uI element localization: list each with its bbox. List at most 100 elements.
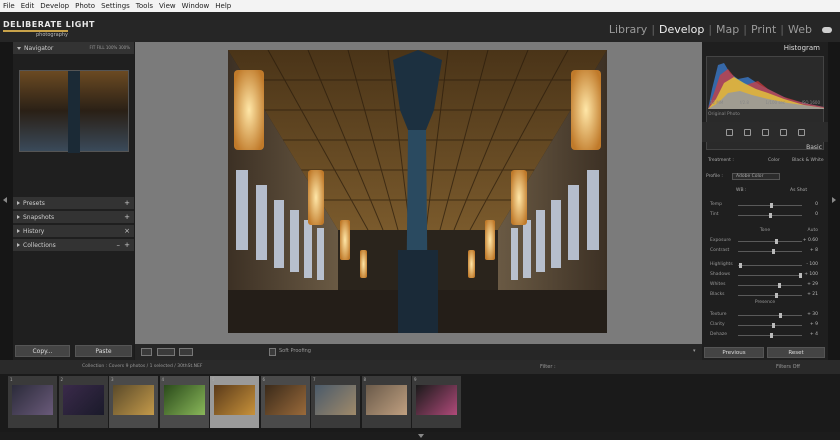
sliders-icon[interactable] [725, 128, 733, 136]
slider-knob[interactable] [771, 249, 775, 254]
navigator-header[interactable]: Navigator FIT FILL 100% 300% [13, 42, 134, 54]
slider-knob[interactable] [770, 203, 774, 208]
treatment-color[interactable]: Color [768, 158, 780, 163]
menu-help[interactable]: Help [215, 2, 231, 10]
filmstrip-breadcrumb[interactable]: Collection : Covers 9 photos / 1 selecte… [82, 364, 202, 369]
slider-knob[interactable] [769, 213, 772, 218]
reset-button[interactable]: Reset [767, 347, 825, 358]
loupe-view-icon[interactable] [141, 348, 152, 356]
slider-value[interactable]: + 30 [807, 312, 818, 317]
histogram-title[interactable]: Histogram [784, 44, 820, 52]
filmstrip-thumbnail[interactable]: 8 [361, 376, 411, 428]
previous-button[interactable]: Previous [704, 347, 764, 358]
slider-value[interactable]: + 100 [804, 272, 818, 277]
filters-off-select[interactable]: Filters Off [776, 364, 800, 370]
thumbnail-image[interactable] [113, 385, 154, 415]
filmstrip-thumbnail[interactable]: 9 [412, 376, 461, 428]
thumbnail-image[interactable] [365, 385, 407, 415]
slider-dehaze[interactable]: Dehaze + 4 [706, 332, 826, 340]
paste-button[interactable]: Paste [75, 345, 132, 357]
slider-blacks[interactable]: Blacks + 21 [706, 292, 826, 300]
slider-knob[interactable] [778, 313, 782, 318]
before-after-icon[interactable] [157, 348, 175, 356]
module-library[interactable]: Library [605, 23, 651, 36]
slider-highlights[interactable]: Highlights - 100 [706, 262, 826, 270]
slider-knob[interactable] [775, 293, 779, 298]
module-map[interactable]: Map [712, 23, 743, 36]
slider-track[interactable] [738, 265, 802, 266]
mask-icon[interactable] [797, 128, 805, 136]
main-photo[interactable] [228, 50, 607, 333]
slider-track[interactable] [738, 295, 802, 296]
copy-button[interactable]: Copy... [15, 345, 70, 357]
menu-develop[interactable]: Develop [40, 2, 69, 10]
slider-value[interactable]: + 29 [807, 282, 818, 287]
slider-value[interactable]: + 8 [810, 248, 818, 253]
add-preset-icon[interactable]: + [124, 199, 130, 207]
slider-knob[interactable] [799, 273, 803, 278]
slider-value[interactable]: - 100 [806, 262, 818, 267]
remove-collection-icon[interactable]: – [117, 241, 121, 249]
module-web[interactable]: Web [784, 23, 816, 36]
thumbnail-image[interactable] [315, 385, 356, 415]
thumbnail-image[interactable] [264, 385, 306, 415]
right-collapse-icon[interactable] [832, 197, 836, 203]
slider-texture[interactable]: Texture + 30 [706, 312, 826, 320]
clear-history-icon[interactable]: × [124, 227, 130, 235]
soft-proofing-checkbox[interactable] [269, 348, 276, 356]
filmstrip-thumbnail[interactable]: 2 [58, 376, 108, 428]
wb-value[interactable]: As Shot [790, 188, 807, 193]
menu-view[interactable]: View [159, 2, 176, 10]
slider-track[interactable] [738, 251, 802, 252]
menu-edit[interactable]: Edit [21, 2, 35, 10]
menu-photo[interactable]: Photo [75, 2, 95, 10]
slider-knob[interactable] [772, 323, 776, 328]
module-develop[interactable]: Develop [655, 23, 708, 36]
slider-track[interactable] [738, 315, 802, 316]
slider-track[interactable] [738, 241, 802, 242]
slider-value[interactable]: + 9 [810, 322, 818, 327]
image-canvas[interactable] [135, 42, 702, 344]
auto-button[interactable]: Auto [808, 228, 818, 233]
slider-track[interactable] [738, 275, 802, 276]
thumbnail-image[interactable] [12, 385, 53, 415]
slider-knob[interactable] [775, 239, 779, 244]
module-print[interactable]: Print [747, 23, 780, 36]
menu-file[interactable]: File [3, 2, 15, 10]
add-snapshot-icon[interactable]: + [124, 213, 130, 221]
collections-header[interactable]: Collections – + [13, 239, 134, 251]
slider-value[interactable]: 0 [815, 202, 818, 207]
filmstrip-thumbnail[interactable]: 4 [159, 376, 209, 428]
filmstrip-thumbnail[interactable]: 6 [260, 376, 310, 428]
slider-whites[interactable]: Whites + 29 [706, 282, 826, 290]
basic-title[interactable]: Basic [806, 144, 822, 151]
toolbar-menu-icon[interactable]: ▾ [693, 348, 696, 354]
thumbnail-image[interactable] [163, 385, 205, 415]
slider-value[interactable]: + 0.60 [803, 238, 818, 243]
slider-value[interactable]: + 21 [807, 292, 818, 297]
cloud-icon[interactable] [822, 26, 832, 33]
snapshots-header[interactable]: Snapshots + [13, 211, 134, 223]
redeye-icon[interactable] [779, 128, 787, 136]
thumbnail-image[interactable] [62, 385, 104, 415]
navigator-zoom-options[interactable]: FIT FILL 100% 300% [89, 45, 130, 50]
slider-track[interactable] [738, 285, 802, 286]
slider-temp[interactable]: Temp 0 [706, 202, 826, 210]
brush-icon[interactable] [761, 128, 769, 136]
menu-settings[interactable]: Settings [101, 2, 130, 10]
before-after-swap-icon[interactable] [179, 348, 193, 356]
presets-header[interactable]: Presets + [13, 197, 134, 209]
filmstrip-thumbnail[interactable]: 1 [8, 376, 57, 428]
thumbnail-image[interactable] [416, 385, 457, 415]
filmstrip-thumbnail[interactable]: 5 [210, 376, 259, 428]
original-photo-label[interactable]: Original Photo [708, 112, 740, 117]
filmstrip-thumbnail[interactable]: 7 [311, 376, 360, 428]
slider-value[interactable]: 0 [815, 212, 818, 217]
filmstrip-thumbnail[interactable]: 3 [109, 376, 158, 428]
slider-clarity[interactable]: Clarity + 9 [706, 322, 826, 330]
slider-knob[interactable] [738, 263, 742, 268]
slider-tint[interactable]: Tint 0 [706, 212, 826, 220]
bottom-collapse-icon[interactable] [418, 434, 424, 438]
slider-contrast[interactable]: Contrast + 8 [706, 248, 826, 256]
left-collapse-icon[interactable] [3, 197, 7, 203]
